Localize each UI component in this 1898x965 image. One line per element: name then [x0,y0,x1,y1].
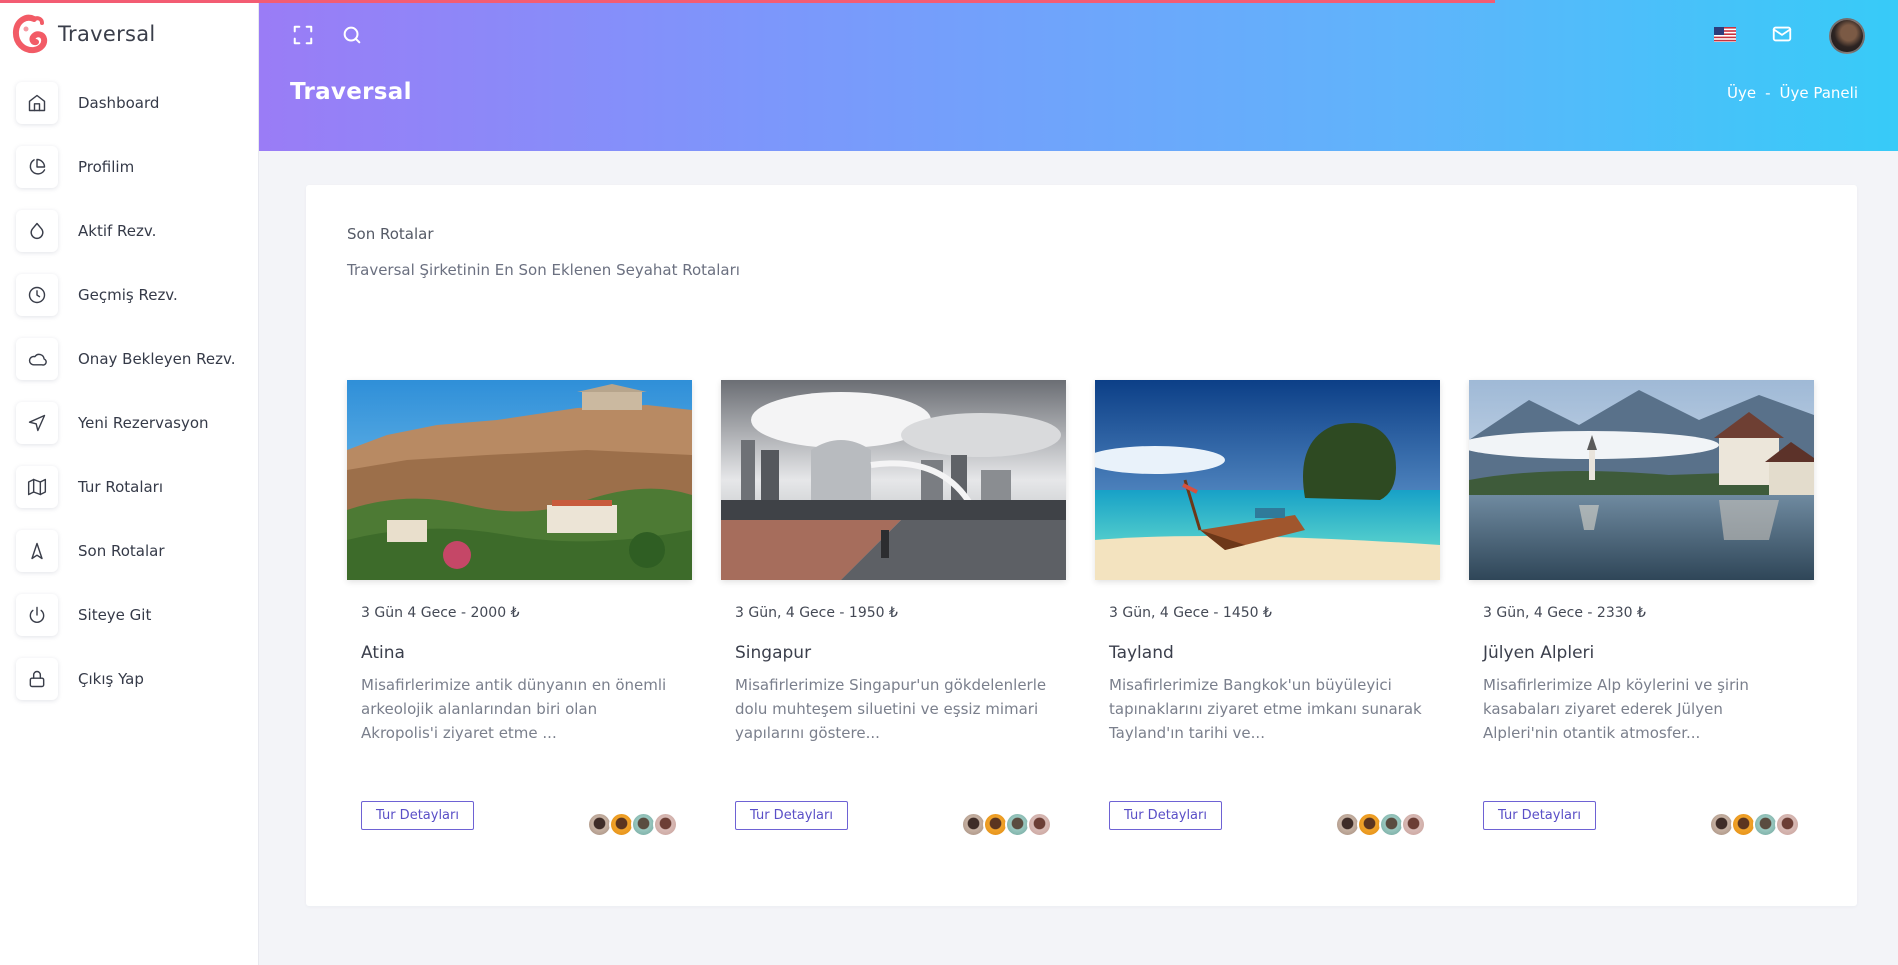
tour-list: 3 Gün 4 Gece - 2000 ₺ Atina Misafirlerim… [347,380,1814,837]
navigation-icon [16,402,58,444]
home-icon [16,82,58,124]
breadcrumb: Üye - Üye Paneli [1727,84,1858,102]
tour-image-atina[interactable] [347,380,692,580]
tour-meta: 3 Gün 4 Gece - 2000 ₺ [361,605,520,621]
avatar-group [961,812,1052,837]
sidebar-item-label: Profilim [78,158,135,176]
compass-arrow-icon [16,530,58,572]
avatar[interactable] [1401,812,1426,837]
sidebar-item-tur-rotalari[interactable]: Tur Rotaları [0,455,258,519]
card-subtitle: Traversal Şirketinin En Son Eklenen Seya… [347,261,740,279]
sidebar-item-aktif-rezv[interactable]: Aktif Rezv. [0,199,258,263]
avatar[interactable] [1775,812,1800,837]
search-icon[interactable] [339,22,365,48]
tour-card-tayland: 3 Gün, 4 Gece - 1450 ₺ Tayland Misafirle… [1095,380,1440,837]
breadcrumb-item-uye[interactable]: Üye [1727,84,1756,102]
sidebar-item-dashboard[interactable]: Dashboard [0,71,258,135]
tour-image-singapur[interactable] [721,380,1066,580]
sidebar-item-label: Dashboard [78,94,160,112]
sidebar-item-gecmis-rezv[interactable]: Geçmiş Rezv. [0,263,258,327]
sidebar-item-label: Aktif Rezv. [78,222,157,240]
sidebar-item-onay-bekleyen[interactable]: Onay Bekleyen Rezv. [0,327,258,391]
brand-logo-icon [12,14,48,54]
tour-details-button[interactable]: Tur Detayları [1109,801,1222,830]
tour-meta: 3 Gün, 4 Gece - 1950 ₺ [735,605,898,621]
tour-description: Misafirlerimize antik dünyanın en önemli… [361,676,667,742]
user-avatar[interactable] [1829,18,1865,54]
tour-description: Misafirlerimize Alp köylerini ve şirin k… [1483,676,1749,742]
sidebar-item-label: Geçmiş Rezv. [78,286,178,304]
avatar[interactable] [1027,812,1052,837]
tour-image-tayland[interactable] [1095,380,1440,580]
tour-details-button[interactable]: Tur Detayları [1483,801,1596,830]
avatar[interactable] [653,812,678,837]
avatar-group [1709,812,1800,837]
tour-image-julyen-alpleri[interactable] [1469,380,1814,580]
tour-name: Jülyen Alpleri [1483,643,1595,663]
top-header: Traversal Üye - Üye Paneli [259,0,1898,151]
sidebar-item-profilim[interactable]: Profilim [0,135,258,199]
sidebar-item-label: Tur Rotaları [78,478,164,496]
sidebar-item-label: Son Rotalar [78,542,165,560]
tour-meta: 3 Gün, 4 Gece - 1450 ₺ [1109,605,1272,621]
brand[interactable]: Traversal [0,0,258,68]
fullscreen-icon[interactable] [290,22,316,48]
tour-name: Tayland [1109,643,1174,663]
tour-meta: 3 Gün, 4 Gece - 2330 ₺ [1483,605,1646,621]
page-loading-bar [0,0,1495,3]
tour-description: Misafirlerimize Singapur'un gökdelenlerl… [735,676,1047,742]
card-title: Son Rotalar [347,225,434,243]
tour-details-button[interactable]: Tur Detayları [735,801,848,830]
clock-icon [16,274,58,316]
map-icon [16,466,58,508]
sidebar-item-label: Onay Bekleyen Rezv. [78,350,236,368]
tour-card-atina: 3 Gün 4 Gece - 2000 ₺ Atina Misafirlerim… [347,380,692,837]
sidebar-item-cikis-yap[interactable]: Çıkış Yap [0,647,258,711]
mail-icon[interactable] [1771,23,1795,47]
breadcrumb-item-uye-paneli: Üye Paneli [1779,84,1859,102]
avatar-group [1335,812,1426,837]
sidebar-item-label: Çıkış Yap [78,670,144,688]
avatar-group [587,812,678,837]
cloud-icon [16,338,58,380]
droplet-icon [16,210,58,252]
recent-routes-card: Son Rotalar Traversal Şirketinin En Son … [306,185,1857,906]
page-title: Traversal [290,79,412,105]
breadcrumb-separator: - [1765,84,1771,102]
tour-details-button[interactable]: Tur Detayları [361,801,474,830]
tour-card-julyen-alpleri: 3 Gün, 4 Gece - 2330 ₺ Jülyen Alpleri Mi… [1469,380,1814,837]
pie-chart-icon [16,146,58,188]
sidebar-nav: Dashboard Profilim Aktif Rezv. Geçmiş Re… [0,71,258,711]
tour-name: Atina [361,643,405,663]
sidebar: Traversal Dashboard Profilim Aktif Rezv.… [0,0,259,965]
tour-card-singapur: 3 Gün, 4 Gece - 1950 ₺ Singapur Misafirl… [721,380,1066,837]
us-flag-icon[interactable] [1714,27,1736,42]
tour-description: Misafirlerimize Bangkok'un büyüleyici ta… [1109,676,1422,742]
lock-icon [16,658,58,700]
power-icon [16,594,58,636]
sidebar-item-siteye-git[interactable]: Siteye Git [0,583,258,647]
sidebar-item-label: Siteye Git [78,606,152,624]
sidebar-item-label: Yeni Rezervasyon [78,414,209,432]
sidebar-item-son-rotalar[interactable]: Son Rotalar [0,519,258,583]
tour-name: Singapur [735,643,812,663]
brand-name: Traversal [58,22,156,46]
sidebar-item-yeni-rezervasyon[interactable]: Yeni Rezervasyon [0,391,258,455]
